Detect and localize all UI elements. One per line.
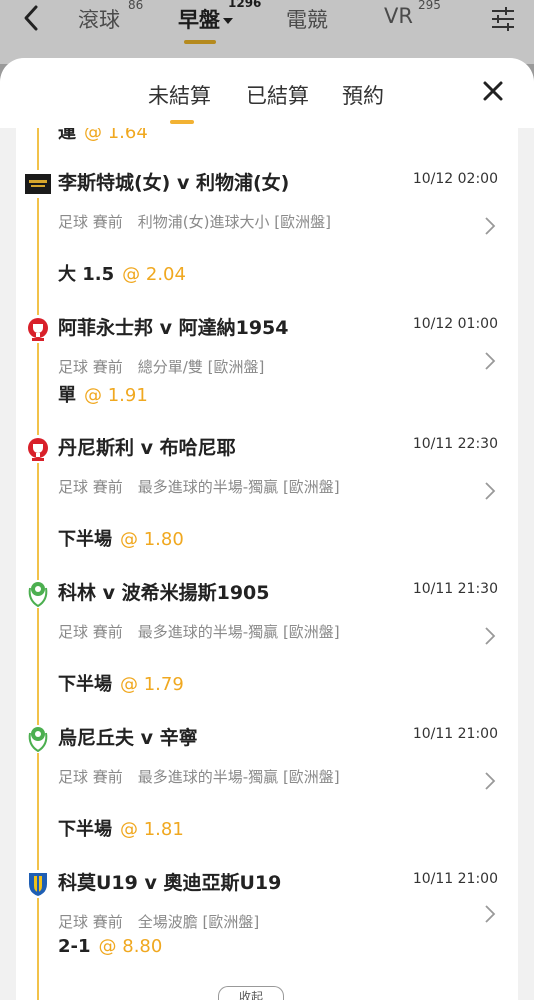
tab-label: 未結算 xyxy=(148,84,211,108)
tab-unsettled[interactable]: 未結算 xyxy=(148,80,211,124)
bet-selection: 大 1.5 @ 2.04 xyxy=(58,260,186,286)
bet-pick: 運 xyxy=(58,128,76,143)
nav-tab-count: 295 xyxy=(418,0,441,12)
bet-description: 足球 賽前 最多進球的半場-獨贏 [歐洲盤] xyxy=(58,623,340,641)
bet-pick: 2-1 xyxy=(58,936,91,957)
bet-item[interactable]: 丹尼斯利 v 布哈尼耶 10/11 22:30 足球 賽前 最多進球的半場-獨贏… xyxy=(16,433,518,563)
filter-sliders-icon[interactable] xyxy=(490,6,516,32)
bet-odds: @ 1.64 xyxy=(84,128,148,143)
nav-tab-label: 早盤 xyxy=(178,8,220,32)
match-teams: 阿菲永士邦 v 阿達納1954 xyxy=(58,317,289,339)
cup-trophy-icon xyxy=(24,315,52,343)
bet-item[interactable]: 烏尼丘夫 v 辛寧 10/11 21:00 足球 賽前 最多進球的半場-獨贏 [… xyxy=(16,723,518,853)
chevron-right-icon[interactable] xyxy=(484,771,496,791)
bet-description: 足球 賽前 最多進球的半場-獨贏 [歐洲盤] xyxy=(58,478,340,496)
active-tab-underline xyxy=(170,120,194,124)
nav-tab-vr[interactable]: VR 295 xyxy=(384,0,441,28)
bet-odds: @ 1.79 xyxy=(120,674,184,695)
cup-trophy-icon xyxy=(24,725,52,753)
bet-record-sheet: 未結算 已結算 預約 運 @ 1.64 李斯特城(女) v 利物浦(女) 10/1… xyxy=(0,58,534,1000)
match-time: 10/11 22:30 xyxy=(412,436,498,452)
cup-trophy-icon xyxy=(24,580,52,608)
chevron-right-icon[interactable] xyxy=(484,481,496,501)
bet-item[interactable]: 科林 v 波希米揚斯1905 10/11 21:30 足球 賽前 最多進球的半場… xyxy=(16,578,518,708)
chevron-right-icon[interactable] xyxy=(484,351,496,371)
nav-tab-label: VR xyxy=(384,4,413,28)
bet-pick: 單 xyxy=(58,385,76,406)
bet-odds: @ 2.04 xyxy=(122,264,186,285)
shield-badge-icon xyxy=(24,870,52,898)
bet-description: 足球 賽前 利物浦(女)進球大小 [歐洲盤] xyxy=(58,213,331,231)
match-teams: 科莫U19 v 奧迪亞斯U19 xyxy=(58,872,282,894)
bet-item[interactable]: 科莫U19 v 奧迪亞斯U19 10/11 21:00 足球 賽前 全場波膽 [… xyxy=(16,868,518,978)
chevron-right-icon[interactable] xyxy=(484,626,496,646)
collapse-button[interactable]: 收起 xyxy=(218,986,284,1000)
bet-description: 足球 賽前 最多進球的半場-獨贏 [歐洲盤] xyxy=(58,768,340,786)
chevron-down-icon xyxy=(223,18,233,24)
bet-selection: 單 @ 1.91 xyxy=(58,381,148,407)
tab-reserved[interactable]: 預約 xyxy=(342,80,384,110)
match-time: 10/11 21:00 xyxy=(412,726,498,742)
league-badge-icon xyxy=(24,170,52,198)
bet-pick: 下半場 xyxy=(58,674,112,695)
bet-item[interactable]: 李斯特城(女) v 利物浦(女) 10/12 02:00 足球 賽前 利物浦(女… xyxy=(16,168,518,298)
cup-trophy-icon xyxy=(24,435,52,463)
nav-tab-early[interactable]: 早盤 1296 xyxy=(178,0,261,44)
nav-tab-live[interactable]: 滾球 86 xyxy=(78,0,143,34)
close-icon[interactable] xyxy=(482,80,504,102)
chevron-right-icon[interactable] xyxy=(484,216,496,236)
nav-tab-count: 86 xyxy=(128,0,144,12)
match-teams: 丹尼斯利 v 布哈尼耶 xyxy=(58,437,236,459)
nav-tab-esports[interactable]: 電競 xyxy=(286,4,328,34)
bet-description: 足球 賽前 總分單/雙 [歐洲盤] xyxy=(58,358,265,376)
nav-tab-count: 1296 xyxy=(228,0,262,10)
bet-selection: 2-1 @ 8.80 xyxy=(58,936,162,957)
back-arrow-icon[interactable] xyxy=(18,4,46,32)
bet-odds: @ 1.80 xyxy=(120,529,184,550)
bet-pick: 下半場 xyxy=(58,819,112,840)
bet-odds: @ 8.80 xyxy=(98,936,163,957)
bet-pick: 大 1.5 xyxy=(58,264,115,285)
partial-bet-row: 運 @ 1.64 xyxy=(58,128,148,144)
bet-selection: 下半場 @ 1.79 xyxy=(58,670,184,696)
match-teams: 李斯特城(女) v 利物浦(女) xyxy=(58,172,290,194)
match-time: 10/11 21:00 xyxy=(412,871,498,887)
bet-description: 足球 賽前 全場波膽 [歐洲盤] xyxy=(58,913,260,931)
active-tab-underline xyxy=(184,40,216,44)
tab-label: 已結算 xyxy=(246,84,309,108)
bet-selection: 下半場 @ 1.80 xyxy=(58,525,184,551)
chevron-right-icon[interactable] xyxy=(484,904,496,924)
top-nav: 滾球 86 早盤 1296 電競 VR 295 xyxy=(0,0,534,64)
bet-odds: @ 1.91 xyxy=(84,385,148,406)
match-teams: 烏尼丘夫 v 辛寧 xyxy=(58,727,198,749)
nav-tab-label: 電競 xyxy=(286,8,328,32)
tab-label: 預約 xyxy=(342,84,384,108)
match-time: 10/12 02:00 xyxy=(412,171,498,187)
match-time: 10/11 21:30 xyxy=(412,581,498,597)
sheet-header: 未結算 已結算 預約 xyxy=(0,58,534,128)
bet-pick: 下半場 xyxy=(58,529,112,550)
bet-list[interactable]: 運 @ 1.64 李斯特城(女) v 利物浦(女) 10/12 02:00 足球 … xyxy=(16,128,518,1000)
tab-settled[interactable]: 已結算 xyxy=(246,80,309,110)
nav-tab-label: 滾球 xyxy=(78,8,120,32)
bet-odds: @ 1.81 xyxy=(120,819,184,840)
bet-selection: 下半場 @ 1.81 xyxy=(58,815,184,841)
bet-item[interactable]: 阿菲永士邦 v 阿達納1954 10/12 01:00 足球 賽前 總分單/雙 … xyxy=(16,313,518,423)
match-time: 10/12 01:00 xyxy=(412,316,498,332)
match-teams: 科林 v 波希米揚斯1905 xyxy=(58,582,270,604)
